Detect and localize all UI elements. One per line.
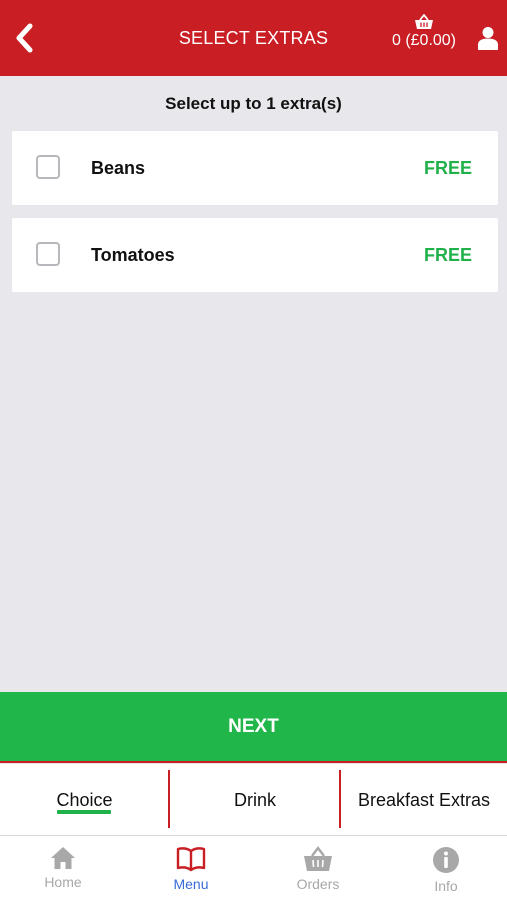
tab-label: Breakfast Extras (357, 789, 491, 810)
nav-info[interactable]: Info (383, 836, 507, 900)
extra-name: Tomatoes (91, 245, 175, 265)
back-button[interactable] (6, 18, 42, 58)
active-tab-indicator (57, 810, 111, 814)
info-icon (433, 847, 459, 873)
nav-label: Info (434, 878, 458, 894)
selection-instruction: Select up to 1 extra(s) (165, 94, 342, 113)
tab-breakfast-extras[interactable]: Breakfast Extras (341, 764, 507, 836)
tab-choice[interactable]: Choice (0, 764, 169, 836)
extra-price: FREE (423, 245, 472, 265)
home-icon (51, 847, 75, 869)
extra-option-tomatoes[interactable]: Tomatoes FREE (12, 218, 498, 292)
next-button[interactable]: NEXT (0, 692, 507, 763)
account-button[interactable] (474, 22, 502, 54)
cart-summary: 0 (£0.00) (391, 32, 457, 49)
basket-icon (304, 846, 332, 871)
nav-label: Menu (173, 876, 209, 892)
tab-label: Drink (233, 789, 276, 810)
cart-button[interactable]: 0 (£0.00) (384, 14, 464, 62)
extra-name: Beans (91, 158, 146, 178)
nav-menu[interactable]: Menu (128, 836, 254, 900)
extra-price: FREE (423, 158, 472, 178)
tab-label: Choice (56, 789, 113, 810)
chevron-left-icon (16, 23, 33, 53)
book-icon (176, 847, 206, 872)
bottom-nav: Home Menu Orders Info (0, 836, 507, 900)
nav-label: Home (44, 874, 82, 890)
nav-label: Orders (296, 876, 340, 892)
tomatoes-checkbox[interactable] (36, 242, 60, 266)
app-header: SELECT EXTRAS 0 (£0.00) (0, 0, 507, 76)
basket-icon (415, 14, 433, 29)
nav-orders[interactable]: Orders (255, 836, 381, 900)
beans-checkbox[interactable] (36, 155, 60, 179)
user-icon (478, 27, 498, 50)
category-tabs: Choice Drink Breakfast Extras (0, 764, 507, 836)
tab-drink[interactable]: Drink (170, 764, 340, 836)
extra-option-beans[interactable]: Beans FREE (12, 131, 498, 205)
nav-home[interactable]: Home (0, 836, 126, 900)
